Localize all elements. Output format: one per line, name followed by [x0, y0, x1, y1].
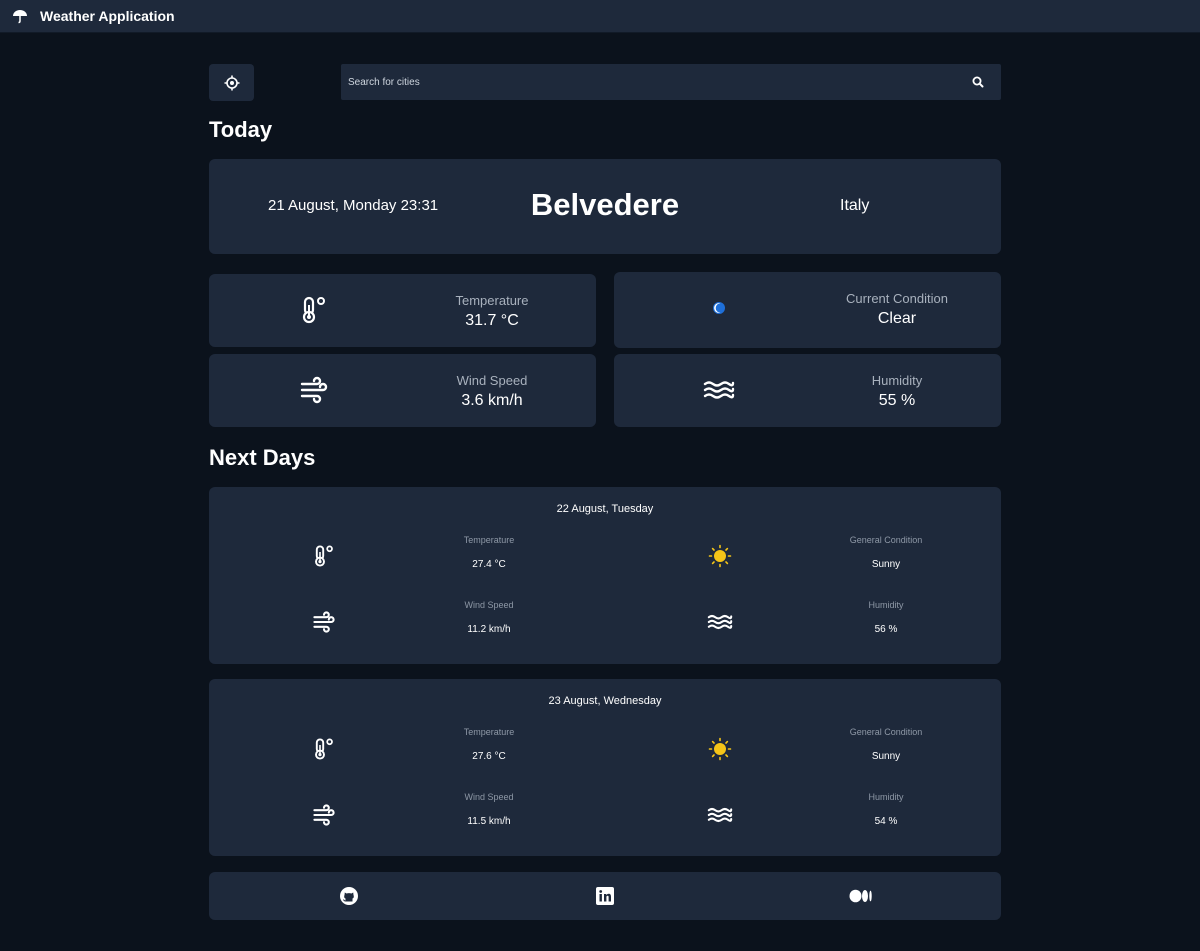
crosshair-icon [224, 75, 240, 91]
thermometer-icon [298, 294, 330, 326]
humidity-label: Humidity [868, 792, 904, 802]
sun-icon [707, 543, 733, 569]
wind-value: 3.6 km/h [461, 392, 523, 409]
condition-label: General Condition [849, 727, 923, 737]
condition-card: Current Condition Clear [614, 272, 1001, 348]
condition-value: Sunny [871, 559, 901, 570]
current-location-button[interactable] [209, 64, 254, 101]
condition-label: General Condition [849, 535, 923, 545]
waves-icon [707, 802, 733, 828]
country-name: Italy [840, 197, 870, 214]
search-icon[interactable] [971, 75, 985, 89]
medium-icon[interactable] [849, 886, 873, 906]
today-heading: Today [209, 117, 273, 142]
wind-icon [298, 374, 330, 406]
condition-value: Clear [877, 310, 917, 327]
app-title: Weather Application [40, 8, 175, 24]
temperature-label: Temperature [463, 535, 515, 545]
sun-icon [707, 736, 733, 762]
thermometer-icon [311, 736, 337, 762]
humidity-label: Humidity [871, 373, 923, 388]
search-input[interactable] [341, 64, 951, 100]
thermometer-icon [311, 543, 337, 569]
humidity-card: Humidity 55 % [614, 354, 1001, 427]
next-days-heading: Next Days [209, 445, 316, 470]
wind-card: Wind Speed 3.6 km/h [209, 354, 596, 427]
city-card: 21 August, Monday 23:31 Belvedere Italy [209, 159, 1001, 254]
wind-value: 11.2 km/h [467, 624, 511, 635]
temperature-value: 27.4 °C [472, 559, 506, 570]
forecast-day-card: 22 August, Tuesday Temperature 27.4 °C G… [209, 487, 1001, 664]
wind-label: Wind Speed [456, 373, 528, 388]
temperature-value: 27.6 °C [472, 751, 506, 762]
condition-label: Current Condition [846, 291, 948, 306]
forecast-day-card: 23 August, Wednesday Temperature 27.6 °C… [209, 679, 1001, 856]
forecast-date: 23 August, Wednesday [548, 695, 662, 707]
wind-value: 11.5 km/h [467, 816, 511, 827]
wind-label: Wind Speed [464, 600, 514, 610]
wind-icon [311, 609, 337, 635]
temperature-label: Temperature [455, 293, 529, 308]
humidity-label: Humidity [868, 600, 904, 610]
footer [209, 872, 1001, 920]
wind-icon [311, 802, 337, 828]
temperature-value: 31.7 °C [465, 312, 519, 329]
umbrella-icon [12, 8, 28, 24]
wind-label: Wind Speed [464, 792, 514, 802]
search-bar [341, 64, 1001, 100]
moon-icon [703, 292, 735, 324]
condition-value: Sunny [871, 751, 901, 762]
waves-icon [703, 374, 735, 406]
github-icon[interactable] [339, 886, 359, 906]
forecast-date: 22 August, Tuesday [556, 503, 654, 515]
temperature-card: Temperature 31.7 °C [209, 274, 596, 347]
temperature-label: Temperature [463, 727, 515, 737]
humidity-value: 54 % [874, 816, 898, 827]
top-bar: Weather Application [0, 0, 1200, 33]
humidity-value: 56 % [874, 624, 898, 635]
city-name: Belvedere [530, 187, 680, 222]
waves-icon [707, 609, 733, 635]
linkedin-icon[interactable] [595, 886, 615, 906]
humidity-value: 55 % [878, 392, 916, 409]
